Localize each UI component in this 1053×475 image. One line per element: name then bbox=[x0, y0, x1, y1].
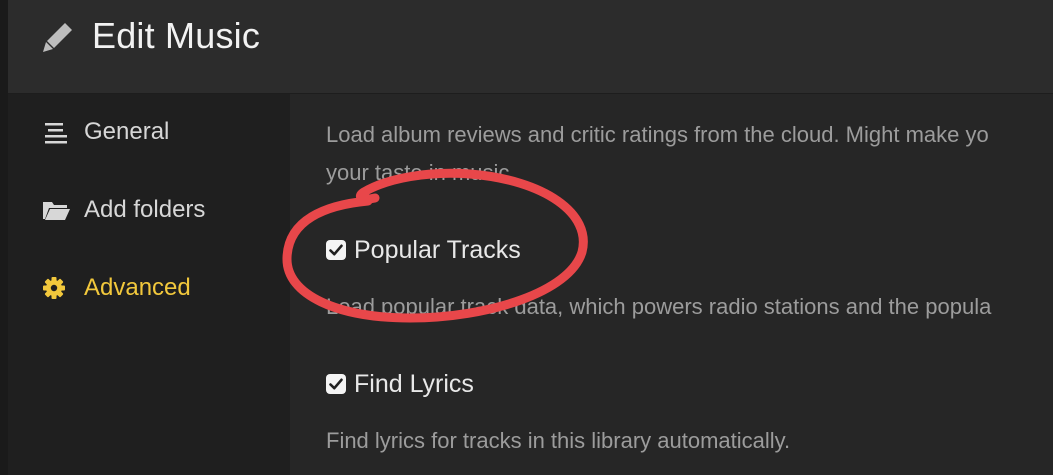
popular-tracks-description: Load popular track data, which powers ra… bbox=[326, 294, 992, 319]
sidebar-item-label: General bbox=[84, 118, 170, 145]
sidebar: General Add folders Advanced bbox=[8, 94, 290, 475]
find-lyrics-description: Find lyrics for tracks in this library a… bbox=[326, 428, 791, 453]
checkmark-icon bbox=[329, 378, 343, 390]
sidebar-item-add-folders[interactable]: Add folders bbox=[8, 190, 290, 230]
find-lyrics-checkbox[interactable] bbox=[326, 374, 346, 394]
sidebar-item-label: Add folders bbox=[84, 196, 206, 223]
align-lines-icon bbox=[45, 123, 67, 144]
popular-tracks-checkbox[interactable] bbox=[326, 240, 346, 260]
page-title: Edit Music bbox=[92, 15, 261, 56]
sidebar-item-general[interactable]: General bbox=[8, 112, 290, 152]
find-lyrics-label: Find Lyrics bbox=[354, 370, 474, 398]
checkmark-icon bbox=[329, 244, 343, 256]
popular-tracks-label: Popular Tracks bbox=[354, 236, 521, 264]
sidebar-item-advanced[interactable]: Advanced bbox=[8, 268, 290, 308]
folder-open-icon bbox=[43, 202, 70, 220]
gear-icon bbox=[43, 277, 65, 299]
sidebar-item-label: Advanced bbox=[84, 274, 191, 301]
edit-music-dialog: Edit Music General Add folders Advanced … bbox=[8, 0, 1053, 475]
title-bar: Edit Music bbox=[8, 0, 1053, 94]
cloud-reviews-description: Load album reviews and critic ratings fr… bbox=[326, 122, 989, 147]
cloud-reviews-description-continued: your taste in music. bbox=[326, 160, 516, 185]
advanced-settings-panel: Load album reviews and critic ratings fr… bbox=[290, 94, 1053, 475]
pencil-icon bbox=[43, 23, 72, 52]
